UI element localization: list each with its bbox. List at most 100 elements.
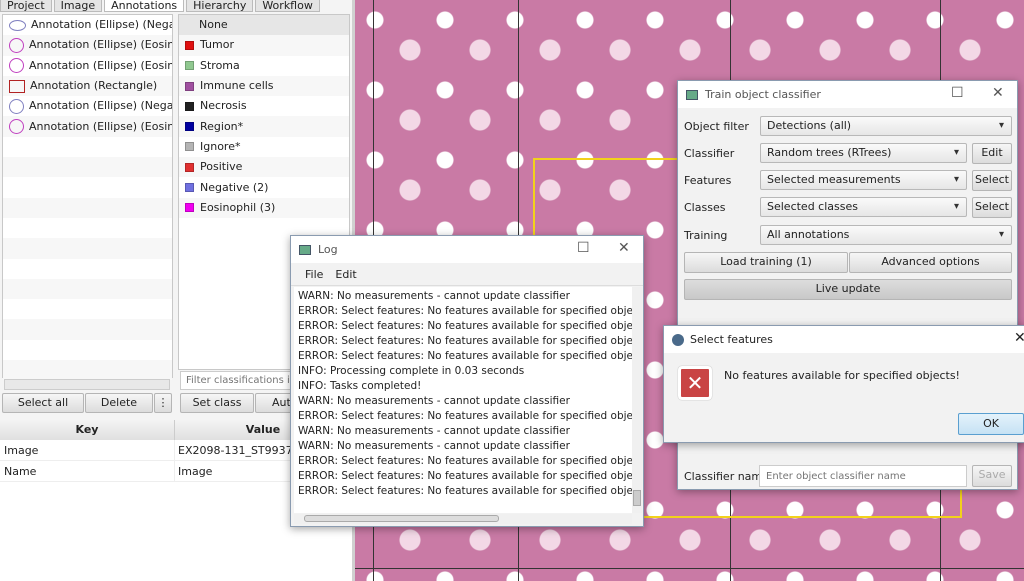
auto-set-button[interactable]: Aut — [255, 393, 295, 413]
class-color-swatch — [185, 122, 194, 132]
more-options-button[interactable]: ⋮ — [154, 393, 172, 413]
class-list-item[interactable]: Region* — [179, 116, 349, 137]
train-title-bar[interactable]: Train object classifier ☐ ✕ — [678, 81, 1017, 108]
features-select[interactable]: Selected measurements — [760, 170, 967, 190]
ok-button[interactable]: OK — [958, 413, 1024, 435]
log-line: ERROR: Select features: No features avai… — [298, 305, 632, 317]
class-color-swatch — [185, 40, 194, 50]
log-line: WARN: No measurements - cannot update cl… — [298, 395, 570, 407]
annotation-list-item[interactable]: Annotation (Ellipse) (Negative) — [3, 96, 172, 116]
annotation-label: Annotation (Ellipse) (Eosinophil) — [29, 58, 172, 72]
close-icon[interactable]: ✕ — [1014, 330, 1024, 346]
class-label: Eosinophil (3) — [200, 200, 276, 214]
load-training-button[interactable]: Load training (1) — [684, 252, 848, 273]
select-features-dialog: Select features ✕ ✕ No features availabl… — [663, 325, 1024, 443]
log-output[interactable]: WARN: No measurements - cannot update cl… — [294, 287, 632, 513]
maximize-icon[interactable]: ☐ — [577, 240, 590, 256]
class-list-item[interactable]: Necrosis — [179, 96, 349, 116]
annotation-list-item[interactable]: Annotation (Ellipse) (Eosinophil — [3, 35, 172, 56]
empty-row — [3, 137, 172, 157]
class-list-item[interactable]: Tumor — [179, 35, 349, 56]
object-filter-select[interactable]: Detections (all) — [760, 116, 1012, 136]
annotation-list-item[interactable]: Annotation (Ellipse) (Eosinophil) — [3, 56, 172, 76]
empty-row — [3, 238, 172, 259]
log-title-bar[interactable]: Log ☐ ✕ — [291, 236, 643, 263]
classifier-name-input[interactable] — [759, 465, 967, 487]
class-label: Region* — [200, 119, 244, 133]
classes-select[interactable]: Selected classes — [760, 197, 967, 217]
tab-project[interactable]: Project — [0, 0, 52, 12]
annotation-label: Annotation (Rectangle) — [30, 79, 158, 93]
menu-file[interactable]: File — [305, 268, 323, 281]
annotation-list-item[interactable]: Annotation (Ellipse) (Negative) — [3, 15, 172, 35]
rectangle-annotation[interactable] — [533, 158, 678, 160]
empty-row — [3, 177, 172, 197]
ellipse-icon — [9, 98, 24, 114]
class-list-item[interactable]: Immune cells — [179, 75, 349, 97]
class-list-item[interactable]: Ignore* — [179, 137, 349, 157]
class-color-swatch — [185, 162, 194, 172]
class-color-swatch — [185, 183, 194, 193]
empty-row — [3, 197, 172, 218]
select-classes-button[interactable]: Select — [972, 197, 1012, 218]
vertical-scrollbar[interactable] — [632, 287, 642, 513]
tab-annotations[interactable]: Annotations — [104, 0, 185, 12]
annotation-list-item[interactable]: Annotation (Ellipse) (Eosinophil — [3, 116, 172, 137]
advanced-options-button[interactable]: Advanced options — [849, 252, 1012, 273]
log-line: ERROR: Select features: No features avai… — [298, 455, 632, 467]
class-color-swatch — [185, 142, 194, 152]
set-class-button[interactable]: Set class — [180, 393, 254, 413]
classes-label: Classes — [684, 201, 726, 214]
log-line: ERROR: Select features: No features avai… — [298, 335, 632, 347]
object-filter-label: Object filter — [684, 120, 749, 133]
log-line: ERROR: Select features: No features avai… — [298, 470, 632, 482]
class-label: Stroma — [200, 58, 240, 72]
save-button[interactable]: Save — [972, 465, 1012, 487]
select-all-button[interactable]: Select all — [2, 393, 84, 413]
window-title: Log — [318, 243, 338, 256]
error-icon: ✕ — [678, 366, 712, 400]
training-select[interactable]: All annotations — [760, 225, 1012, 245]
select-features-button[interactable]: Select — [972, 170, 1012, 191]
horizontal-scrollbar[interactable] — [294, 514, 632, 524]
empty-row — [3, 259, 172, 279]
annotation-list-item[interactable]: Annotation (Rectangle) — [3, 75, 172, 97]
log-line: WARN: No measurements - cannot update cl… — [298, 440, 570, 452]
class-color-swatch — [185, 101, 194, 111]
classifier-select[interactable]: Random trees (RTrees) — [760, 143, 967, 163]
log-line: ERROR: Select features: No features avai… — [298, 350, 632, 362]
log-line: ERROR: Select features: No features avai… — [298, 485, 632, 497]
rectangle-annotation[interactable] — [533, 158, 535, 238]
class-label: Negative (2) — [200, 180, 269, 194]
tab-hierarchy[interactable]: Hierarchy — [186, 0, 254, 12]
tab-workflow[interactable]: Workflow — [255, 0, 320, 12]
edit-button[interactable]: Edit — [972, 143, 1012, 164]
dialog-title-bar[interactable]: Select features ✕ — [664, 326, 1024, 353]
log-line: WARN: No measurements - cannot update cl… — [298, 425, 570, 437]
annotation-list[interactable]: Annotation (Ellipse) (Negative) Annotatio… — [2, 14, 173, 381]
live-update-toggle[interactable]: Live update — [684, 279, 1012, 300]
empty-row — [3, 278, 172, 300]
ellipse-icon — [9, 19, 26, 31]
column-header-key[interactable]: Key — [0, 420, 175, 440]
close-icon[interactable]: ✕ — [992, 85, 1004, 101]
class-list-item[interactable]: Positive — [179, 157, 349, 178]
tab-image[interactable]: Image — [53, 0, 103, 12]
class-list-item[interactable]: Eosinophil (3) — [179, 197, 349, 218]
close-icon[interactable]: ✕ — [618, 240, 630, 256]
log-line: ERROR: Select features: No features avai… — [298, 410, 632, 422]
horizontal-scrollbar[interactable] — [4, 379, 170, 390]
log-line: INFO: Processing complete in 0.03 second… — [298, 365, 525, 377]
menu-edit[interactable]: Edit — [335, 268, 356, 281]
class-color-swatch — [185, 203, 194, 213]
maximize-icon[interactable]: ☐ — [951, 85, 964, 101]
class-list-item[interactable]: None — [179, 15, 349, 36]
class-list-item[interactable]: Negative (2) — [179, 177, 349, 197]
class-list-item[interactable]: Stroma — [179, 56, 349, 76]
delete-button[interactable]: Delete — [85, 393, 153, 413]
class-label: Ignore* — [200, 139, 241, 153]
rectangle-annotation[interactable] — [960, 488, 962, 518]
ellipse-icon — [9, 58, 24, 74]
rectangle-annotation[interactable] — [644, 516, 962, 518]
dialog-title: Select features — [690, 333, 773, 346]
